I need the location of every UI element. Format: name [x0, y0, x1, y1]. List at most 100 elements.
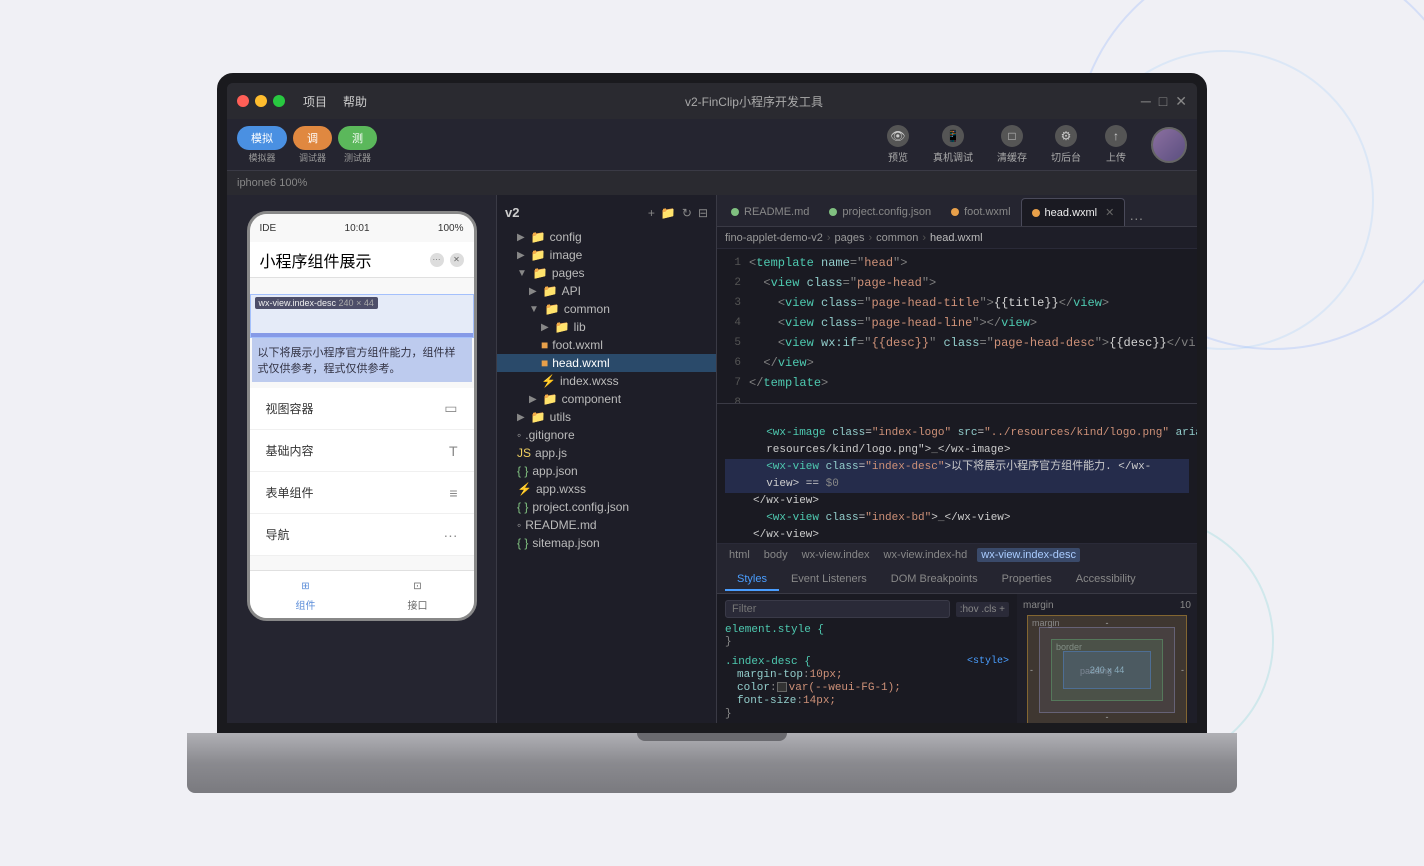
path-item-wx-view-index[interactable]: wx-view.index	[798, 548, 874, 562]
line-num	[725, 442, 753, 459]
breadcrumb-pages[interactable]: pages	[835, 232, 865, 244]
tree-refresh-icon[interactable]: ↻	[682, 206, 692, 220]
path-item-body[interactable]: body	[760, 548, 792, 562]
tree-item-readme[interactable]: ◦ README.md	[497, 516, 716, 534]
folder-icon: 📁	[543, 392, 558, 406]
tree-item-config[interactable]: ▶ 📁 config	[497, 228, 716, 246]
window-minimize-icon[interactable]: ─	[1141, 93, 1151, 110]
phone-close-icon[interactable]: ✕	[450, 253, 464, 267]
tree-item-index-wxss[interactable]: ⚡ index.wxss	[497, 372, 716, 390]
tree-item-app-wxss[interactable]: ⚡ app.wxss	[497, 480, 716, 498]
phone-nav-components[interactable]: ⊞ 组件	[250, 577, 362, 612]
action-upload[interactable]: ↑ 上传	[1105, 125, 1127, 164]
breadcrumb-common[interactable]: common	[876, 232, 918, 244]
tree-item-image[interactable]: ▶ 📁 image	[497, 246, 716, 264]
tab-label-foot: foot.wxml	[964, 206, 1010, 218]
box-content-layer: 240 x 44	[1063, 651, 1151, 689]
maximize-btn[interactable]	[273, 95, 285, 107]
device-bar: iphone6 100%	[227, 171, 1197, 195]
minimize-btn[interactable]	[255, 95, 267, 107]
tree-item-head-wxml[interactable]: ■ head.wxml	[497, 354, 716, 372]
menu-bar: 项目 帮助	[303, 93, 367, 110]
code-line-1: 1 <template name="head">	[717, 253, 1197, 273]
tab-readme[interactable]: README.md	[721, 198, 819, 226]
menu-help[interactable]: 帮助	[343, 93, 367, 110]
line-num	[725, 408, 753, 425]
list-item-form[interactable]: 表单组件 ≡	[250, 472, 474, 514]
devtools-tab-event-listeners[interactable]: Event Listeners	[779, 569, 879, 591]
tree-header: v2 + 📁 ↻ ⊟	[497, 201, 716, 224]
tree-item-component[interactable]: ▶ 📁 component	[497, 390, 716, 408]
tree-item-sitemap[interactable]: { } sitemap.json	[497, 534, 716, 552]
simulate-button[interactable]: 模拟	[237, 126, 287, 150]
html-line-text-5: </wx-view>	[753, 493, 819, 510]
filter-pseudo[interactable]: :hov .cls +	[956, 602, 1009, 617]
tree-item-app-json[interactable]: { } app.json	[497, 462, 716, 480]
menu-project[interactable]: 项目	[303, 93, 327, 110]
tab-foot-wxml[interactable]: foot.wxml	[941, 198, 1020, 226]
list-item-nav[interactable]: 导航 ···	[250, 514, 474, 556]
devtools-tab-dom-breakpoints[interactable]: DOM Breakpoints	[879, 569, 990, 591]
tree-item-app-js[interactable]: JS app.js	[497, 444, 716, 462]
tree-item-gitignore[interactable]: ◦ .gitignore	[497, 426, 716, 444]
devtools-tab-styles[interactable]: Styles	[725, 569, 779, 591]
tree-new-folder-icon[interactable]: 📁	[661, 206, 676, 220]
window-close-icon[interactable]: ✕	[1175, 93, 1187, 110]
phone-menu-icon[interactable]: ···	[430, 253, 444, 267]
close-btn[interactable]	[237, 95, 249, 107]
action-clear-cache[interactable]: □ 清缓存	[997, 125, 1027, 164]
code-line-5: 5 <view wx:if="{{desc}}" class="page-hea…	[717, 333, 1197, 353]
test-button[interactable]: 测	[338, 126, 377, 150]
tab-head-wxml[interactable]: head.wxml ✕	[1021, 198, 1126, 226]
devtools-tab-properties[interactable]: Properties	[990, 569, 1064, 591]
tree-item-common[interactable]: ▼ 📁 common	[497, 300, 716, 318]
path-item-wx-view-hd[interactable]: wx-view.index-hd	[880, 548, 972, 562]
test-btn-wrapper: 测 测试器	[338, 126, 377, 164]
debug-button[interactable]: 调	[293, 126, 332, 150]
more-tabs-icon[interactable]: ···	[1129, 210, 1143, 226]
css-val-margin-top: 10px;	[810, 669, 843, 681]
tree-new-file-icon[interactable]: +	[648, 206, 655, 220]
components-nav-icon: ⊞	[297, 577, 315, 595]
tree-project-name: v2	[505, 205, 519, 220]
phone-nav-api[interactable]: ⊡ 接口	[362, 577, 474, 612]
txt-file-icon: ◦	[517, 518, 521, 532]
window-maximize-icon[interactable]: □	[1159, 93, 1167, 110]
tree-item-api[interactable]: ▶ 📁 API	[497, 282, 716, 300]
tab-project-config[interactable]: project.config.json	[819, 198, 941, 226]
box-content-size: 240 x 44	[1090, 665, 1125, 675]
element-highlight-label: wx-view.index-desc 240 × 44	[255, 297, 378, 309]
css-val-font-size: 14px;	[803, 695, 836, 707]
css-source-style[interactable]: <style>	[967, 656, 1009, 668]
tree-item-pages[interactable]: ▼ 📁 pages	[497, 264, 716, 282]
tree-item-lib[interactable]: ▶ 📁 lib	[497, 318, 716, 336]
action-real-device[interactable]: 📱 真机调试	[933, 125, 973, 164]
breadcrumb-root[interactable]: fino-applet-demo-v2	[725, 232, 823, 244]
list-item-view-container[interactable]: 视图容器 ▭	[250, 388, 474, 430]
user-avatar[interactable]	[1151, 127, 1187, 163]
wxss-file-icon: ⚡	[517, 482, 532, 496]
phone-title-bar: 小程序组件展示 ··· ✕	[250, 242, 474, 278]
element-path-bar: html body wx-view.index wx-view.index-hd…	[717, 544, 1197, 566]
folder-icon: 📁	[531, 230, 546, 244]
tree-item-utils[interactable]: ▶ 📁 utils	[497, 408, 716, 426]
action-switch-backend[interactable]: ⚙ 切后台	[1051, 125, 1081, 164]
action-preview[interactable]: 👁 预览	[887, 125, 909, 164]
css-line-font-size: font-size : 14px;	[725, 695, 1009, 707]
code-editor[interactable]: 1 <template name="head"> 2 <view class="…	[717, 249, 1197, 403]
filter-input[interactable]	[725, 600, 950, 618]
tab-close-icon[interactable]: ✕	[1105, 206, 1114, 219]
breadcrumb-sep-3: ›	[922, 232, 926, 244]
path-item-html[interactable]: html	[725, 548, 754, 562]
tree-collapse-icon[interactable]: ⊟	[698, 206, 708, 220]
devtools-tab-accessibility[interactable]: Accessibility	[1064, 569, 1148, 591]
tree-item-project-config[interactable]: { } project.config.json	[497, 498, 716, 516]
list-item-basic-content[interactable]: 基础内容 T	[250, 430, 474, 472]
phone-title-icons: ··· ✕	[430, 253, 464, 267]
tree-item-foot-wxml[interactable]: ■ foot.wxml	[497, 336, 716, 354]
list-item-icon-2: ≡	[449, 485, 457, 501]
code-line-4: 4 <view class="page-head-line"></view>	[717, 313, 1197, 333]
line-content-5: <view wx:if="{{desc}}" class="page-head-…	[749, 334, 1196, 352]
path-item-wx-view-desc[interactable]: wx-view.index-desc	[977, 548, 1080, 562]
breadcrumb: fino-applet-demo-v2 › pages › common › h…	[717, 227, 1197, 249]
